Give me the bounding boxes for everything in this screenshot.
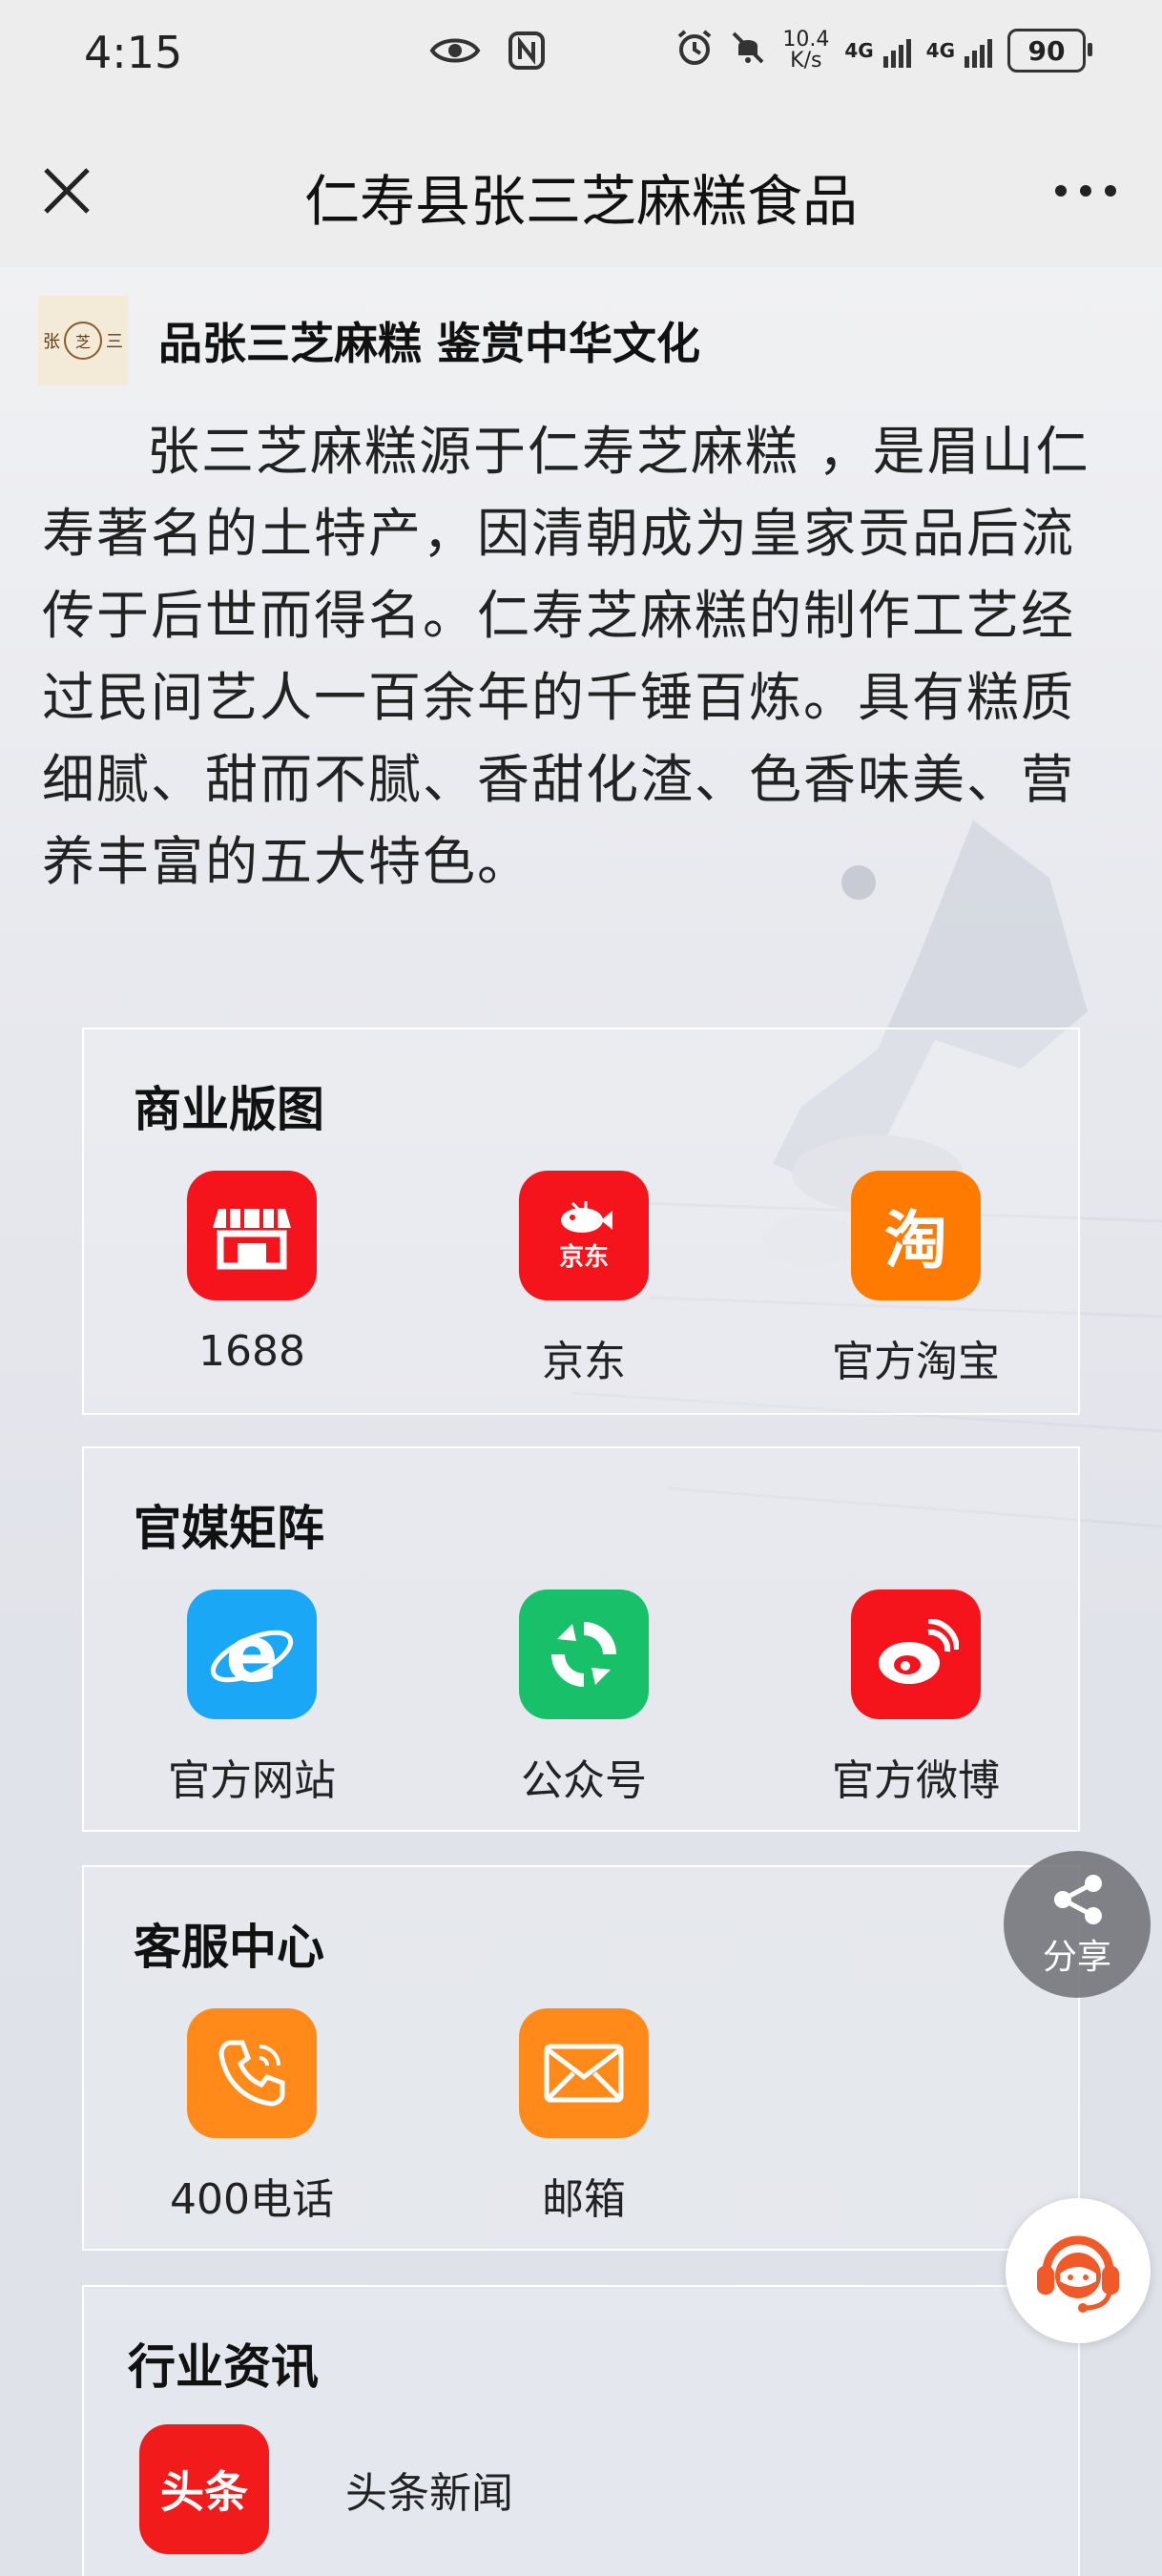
status-bar: 4:15 10.4 K/s 4G 4G 90 <box>0 0 1162 114</box>
jd-icon-text: 京东 <box>558 1242 609 1272</box>
mute-icon <box>729 29 767 73</box>
link-toutiao-news[interactable]: 头条 头条新闻 <box>139 2424 513 2554</box>
commerce-card: 商业版图 1688 京东 京东 淘 官方淘宝 <box>82 1028 1080 1415</box>
media-card: 官媒矩阵 e 官方网站 公众号 官方微博 <box>82 1446 1080 1832</box>
network-speed: 10.4 K/s <box>782 30 829 72</box>
link-1688-label: 1688 <box>198 1327 305 1376</box>
mail-icon <box>519 2008 649 2138</box>
link-taobao-label: 官方淘宝 <box>832 1338 1000 1386</box>
title-bar: 仁寿县张三芝麻糕食品 <box>0 114 1162 267</box>
more-button[interactable] <box>1048 172 1124 210</box>
service-title: 客服中心 <box>134 1920 324 1975</box>
wechat-official-icon <box>519 1589 649 1719</box>
link-official-account-label: 公众号 <box>521 1756 647 1805</box>
network-type-1: 4G <box>844 39 874 62</box>
network-speed-unit: K/s <box>790 49 822 73</box>
page-title: 仁寿县张三芝麻糕食品 <box>303 169 858 234</box>
link-official-account[interactable]: 公众号 <box>441 1589 727 1807</box>
nfc-icon <box>508 31 546 74</box>
link-email[interactable]: 邮箱 <box>441 2008 727 2226</box>
weibo-icon <box>851 1589 981 1719</box>
link-1688[interactable]: 1688 <box>109 1171 395 1376</box>
commerce-title: 商业版图 <box>134 1082 324 1137</box>
brand-logo-left-char: 张 <box>43 332 60 352</box>
phone-icon <box>187 2008 317 2138</box>
network-type-2: 4G <box>925 39 955 62</box>
status-time: 4:15 <box>84 27 183 78</box>
link-toutiao-news-label: 头条新闻 <box>345 2469 513 2518</box>
customer-service-button[interactable] <box>1006 2198 1151 2343</box>
more-icon <box>1055 185 1116 197</box>
news-title: 行业资讯 <box>128 2339 319 2395</box>
status-left-icons <box>429 31 546 74</box>
link-jd-label: 京东 <box>542 1338 626 1386</box>
link-weibo[interactable]: 官方微博 <box>773 1589 1059 1807</box>
link-email-label: 邮箱 <box>542 2175 626 2224</box>
intro-paragraph: 张三芝麻糕源于仁寿芝麻糕 ，是眉山仁寿著名的土特产，因清朝成为皇家贡品后流传于后… <box>42 421 1090 892</box>
share-icon <box>1054 1875 1102 1924</box>
svg-text:e: e <box>225 1610 279 1700</box>
brand-logo: 张 芝 三 <box>38 296 128 385</box>
battery-indicator: 90 <box>1007 29 1092 73</box>
store-icon <box>187 1171 317 1300</box>
share-label: 分享 <box>1042 1938 1111 1977</box>
headset-agent-icon <box>1037 2235 1119 2313</box>
link-weibo-label: 官方微博 <box>832 1756 1000 1805</box>
brand-logo-seal: 芝 <box>64 322 102 360</box>
link-official-website-label: 官方网站 <box>168 1756 336 1805</box>
brand-header: 张 芝 三 品张三芝麻糕 鉴赏中华文化 <box>38 296 700 385</box>
network-speed-value: 10.4 <box>782 28 830 52</box>
alarm-icon <box>675 29 714 73</box>
share-button[interactable]: 分享 <box>1004 1851 1151 1998</box>
link-400-phone[interactable]: 400电话 <box>109 2008 395 2226</box>
taobao-icon: 淘 <box>851 1171 981 1300</box>
jd-icon: 京东 <box>519 1171 649 1300</box>
link-taobao[interactable]: 淘 官方淘宝 <box>773 1171 1059 1388</box>
status-right-icons: 10.4 K/s 4G 4G 90 <box>675 29 1092 73</box>
signal-icon-2 <box>965 33 992 68</box>
link-jd[interactable]: 京东 京东 <box>441 1171 727 1388</box>
link-official-website[interactable]: e 官方网站 <box>109 1589 395 1807</box>
service-card: 客服中心 400电话 邮箱 <box>82 1865 1080 2251</box>
eye-icon <box>429 33 481 72</box>
toutiao-icon: 头条 <box>139 2424 269 2554</box>
news-card: 行业资讯 头条 头条新闻 <box>82 2285 1080 2576</box>
browser-icon: e <box>187 1589 317 1719</box>
signal-icon-1 <box>882 33 911 68</box>
brand-logo-right-char: 三 <box>106 332 123 352</box>
media-title: 官媒矩阵 <box>134 1501 324 1556</box>
page-content: 张 芝 三 品张三芝麻糕 鉴赏中华文化 张三芝麻糕源于仁寿芝麻糕 ，是眉山仁寿著… <box>0 267 1162 2576</box>
brand-slogan: 品张三芝麻糕 鉴赏中华文化 <box>158 318 701 369</box>
link-400-phone-label: 400电话 <box>170 2175 334 2224</box>
